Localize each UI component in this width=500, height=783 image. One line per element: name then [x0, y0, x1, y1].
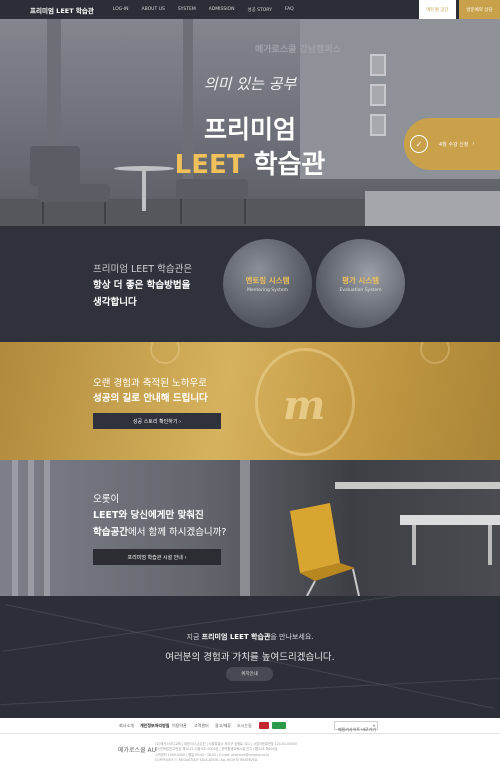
success-story-button[interactable]: 성공 스토리 확인하기 ›: [93, 413, 221, 429]
top-nav: 프리미엄 LEET 학습관 LOG-IN ABOUT US SYSTEM ADM…: [0, 0, 500, 19]
footer-links: 회사소개 개인정보처리방침 이용약관 고객센터 광고/제휴 오시는길 패밀리사이…: [0, 718, 500, 734]
emblem-logo: m: [283, 382, 326, 429]
decor-glass-bar: [240, 460, 250, 596]
consult-button[interactable]: 방문예약 상담: [459, 0, 500, 19]
hero-bg-sign: 메가로스쿨 강남캠퍼스: [255, 45, 341, 55]
footer-logo: 메가로스쿨 AU: [118, 747, 157, 754]
decor-glass-bar: [28, 460, 34, 596]
nav-link-story[interactable]: 성공 STORY: [247, 7, 271, 13]
location-section: 지금 프리미엄 LEET 학습관을 만나보세요. 여러분의 경험과 가치를 높여…: [0, 596, 500, 718]
decor-desk: [400, 515, 500, 525]
chevron-down-icon: ▾: [372, 723, 375, 728]
calendar-check-icon: ✓: [410, 135, 428, 153]
footer-link[interactable]: 회사소개: [119, 723, 134, 729]
location-button[interactable]: 위치안내: [226, 667, 273, 681]
facility-heading-bold: 학습공간: [93, 527, 128, 538]
footer-link[interactable]: 고객센터: [194, 723, 209, 729]
nav-link-faq[interactable]: FAQ: [285, 7, 294, 13]
partner-logo: [259, 722, 269, 729]
location-heading-line2: 여러분의 경험과 가치를 높여드리겠습니다.: [165, 652, 335, 663]
mentoring-subtitle: Mentoring System: [246, 287, 289, 293]
decor-desk-leg: [488, 525, 492, 565]
method-heading-line2: 항상 더 좋은 학습방법을 생각합니다: [93, 277, 190, 311]
footer-link[interactable]: 오시는길: [237, 723, 252, 729]
enroll-cta-button[interactable]: ✓ 4월 수강 신청 ›: [404, 118, 500, 170]
facility-heading-line3: 학습공간에서 함께 하시겠습니까?: [93, 524, 226, 538]
hero-tagline: 의미 있는 공부: [203, 75, 297, 93]
method-heading-line1: 프리미엄 LEET 학습관은: [93, 264, 193, 275]
method-heading-bold2: 생각합니다: [93, 297, 137, 308]
hero-bg-chair-seat: [176, 179, 248, 199]
hero-bg-chair-leg: [180, 199, 182, 224]
map-line: [0, 677, 500, 706]
site-logo[interactable]: 프리미엄 LEET 학습관: [30, 5, 94, 15]
location-bold: 프리미엄 LEET 학습관: [201, 633, 271, 641]
hero-bg-chair-leg: [244, 199, 246, 224]
footer-info-line: COPYRIGHT ⓒ MEGASTUDY EDUCATION. ALL RIG…: [155, 758, 259, 763]
location-pre: 지금: [186, 633, 202, 641]
page: 프리미엄 LEET 학습관 LOG-IN ABOUT US SYSTEM ADM…: [0, 0, 500, 783]
footer-link-privacy[interactable]: 개인정보처리방침: [140, 723, 169, 729]
hero-bg-counter: [365, 191, 500, 226]
decor-glass-bar: [12, 460, 18, 596]
evaluation-title: 평가 시스템: [341, 275, 380, 285]
success-heading-line2: 성공의 길로 안내해 드립니다: [93, 393, 208, 404]
chevron-right-icon: ›: [472, 141, 475, 147]
facility-heading-rest: 에서 함께 하시겠습니까?: [127, 527, 227, 538]
facility-section: 오롯이 LEET와 당신에게만 맞춰진 학습공간에서 함께 하시겠습니까? 프리…: [0, 460, 500, 596]
mentoring-title: 멘토링 시스템: [245, 275, 290, 285]
method-heading-bold1: 항상 더 좋은 학습방법을: [93, 280, 191, 291]
family-site-value: 패밀리사이트 바로가기: [338, 727, 377, 732]
hero-title-gold: LEET: [174, 150, 245, 180]
decor-ring: [420, 342, 450, 364]
footer-link[interactable]: 광고/제휴: [215, 723, 231, 729]
footer: 회사소개 개인정보처리방침 이용약관 고객센터 광고/제휴 오시는길 패밀리사이…: [0, 718, 500, 783]
partner-logo: [272, 722, 286, 729]
nav-link-login[interactable]: LOG-IN: [113, 7, 129, 13]
location-heading-line1: 지금 프리미엄 LEET 학습관을 만나보세요.: [0, 632, 500, 642]
decor-desk-leg: [412, 525, 416, 565]
family-site-select[interactable]: 패밀리사이트 바로가기 ▾: [334, 721, 378, 732]
apply-button[interactable]: 에듀윌 공단: [419, 0, 456, 19]
facility-heading-line2: LEET와 당신에게만 맞춰진: [93, 510, 204, 521]
hero-bg-chair-leg: [104, 202, 106, 224]
mentoring-system-circle[interactable]: 멘토링 시스템 Mentoring System: [223, 239, 312, 328]
footer-info: (주)메가스터디교육 | 대표이사 손은진 | 서울특별시 서초구 효령로 32…: [155, 742, 335, 764]
hero-bg-chair-seat: [38, 184, 110, 202]
location-post: 을 만나보세요.: [270, 633, 314, 641]
facility-info-button[interactable]: 프리미엄 학습관 시설 안내 ›: [93, 549, 221, 565]
decor-glass-bar: [44, 460, 50, 596]
nav-link-about[interactable]: ABOUT US: [142, 7, 165, 13]
evaluation-system-circle[interactable]: 평가 시스템 Evaluation System: [316, 239, 405, 328]
success-heading-line1: 오랜 경험과 축적된 노하우로: [93, 378, 207, 389]
decor-ring: [150, 342, 180, 364]
decor-desk: [335, 482, 500, 489]
enroll-cta-label: 4월 수강 신청: [439, 141, 469, 148]
nav-link-system[interactable]: SYSTEM: [178, 7, 196, 13]
hero-title-white: 학습관: [253, 150, 326, 180]
success-section: m 오랜 경험과 축적된 노하우로 성공의 길로 안내해 드립니다: [0, 342, 500, 460]
footer-link[interactable]: 이용약관: [172, 723, 187, 729]
facility-heading-line1: 오롯이: [93, 494, 120, 505]
chair-image: [290, 503, 360, 596]
nav-links: LOG-IN ABOUT US SYSTEM ADMISSION 성공 STOR…: [113, 7, 307, 13]
map-line: [2, 596, 498, 652]
evaluation-subtitle: Evaluation System: [339, 287, 382, 293]
nav-link-admission[interactable]: ADMISSION: [209, 7, 235, 13]
hero-bg-chair-leg: [42, 202, 44, 224]
